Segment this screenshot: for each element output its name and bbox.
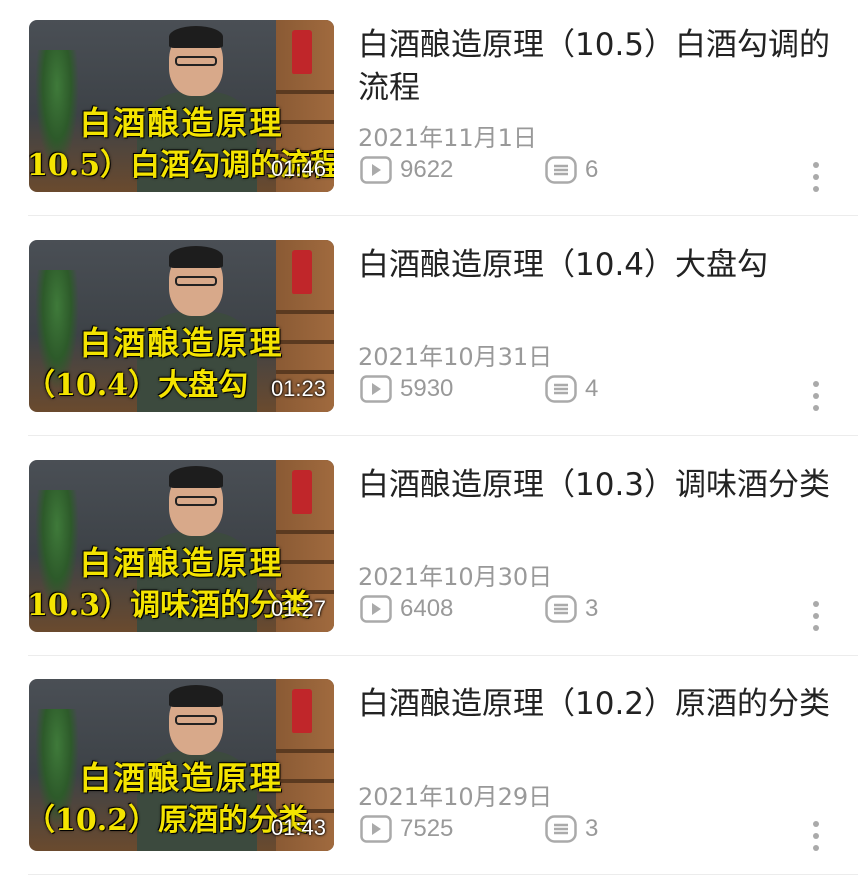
- video-date: 2021年10月31日: [358, 343, 553, 371]
- video-thumbnail[interactable]: 白酒酿造原理 10.3）调味酒的分类 01:27: [29, 460, 334, 632]
- divider: [28, 874, 858, 875]
- video-title[interactable]: 白酒酿造原理（10.5）白酒勾调的流程: [358, 24, 838, 110]
- comment-list-icon: [545, 156, 577, 184]
- thumbnail-caption-bottom: （10.4）大盘勾: [29, 368, 249, 403]
- video-title[interactable]: 白酒酿造原理（10.4）大盘勾: [358, 244, 838, 287]
- view-count: 6408: [360, 595, 453, 623]
- view-count: 5930: [360, 375, 453, 403]
- more-vertical-icon[interactable]: [806, 379, 826, 415]
- video-thumbnail[interactable]: 白酒酿造原理 （10.2）原酒的分类 01:43: [29, 679, 334, 851]
- comment-count: 6: [545, 156, 598, 184]
- play-icon: [360, 375, 392, 403]
- video-item[interactable]: 白酒酿造原理 （10.4）大盘勾 01:23 白酒酿造原理（10.4）大盘勾 2…: [0, 219, 858, 437]
- comment-list-icon: [545, 375, 577, 403]
- play-icon: [360, 156, 392, 184]
- more-vertical-icon[interactable]: [806, 160, 826, 196]
- video-duration: 01:43: [270, 815, 326, 840]
- view-count-value: 7525: [400, 815, 454, 842]
- thumbnail-caption-bottom: 10.3）调味酒的分类: [29, 588, 311, 623]
- video-duration: 01:23: [270, 376, 326, 401]
- more-vertical-icon[interactable]: [806, 819, 826, 855]
- video-title[interactable]: 白酒酿造原理（10.3）调味酒分类: [358, 464, 838, 507]
- video-item[interactable]: 白酒酿造原理 10.5）白酒勾调的流程 01:46 白酒酿造原理（10.5）白酒…: [0, 0, 858, 218]
- thumbnail-caption-bottom: （10.2）原酒的分类: [29, 803, 309, 838]
- view-count-value: 5930: [400, 375, 454, 402]
- divider: [28, 655, 858, 656]
- view-count: 9622: [360, 156, 453, 184]
- video-item[interactable]: 白酒酿造原理 10.3）调味酒的分类 01:27 白酒酿造原理（10.3）调味酒…: [0, 439, 858, 657]
- thumbnail-caption-top: 白酒酿造原理: [79, 324, 284, 362]
- divider: [28, 215, 858, 216]
- view-count-value: 6408: [400, 595, 454, 622]
- video-duration: 01:27: [270, 596, 326, 621]
- thumbnail-caption-top: 白酒酿造原理: [79, 104, 284, 142]
- comment-count: 3: [545, 595, 598, 623]
- video-thumbnail[interactable]: 白酒酿造原理 10.5）白酒勾调的流程 01:46: [29, 20, 334, 192]
- comment-count-value: 3: [585, 815, 599, 842]
- video-duration: 01:46: [270, 156, 326, 181]
- video-title[interactable]: 白酒酿造原理（10.2）原酒的分类: [358, 683, 838, 726]
- video-date: 2021年10月29日: [358, 783, 553, 811]
- view-count-value: 9622: [400, 156, 454, 183]
- view-count: 7525: [360, 815, 453, 843]
- video-date: 2021年11月1日: [358, 124, 537, 152]
- comment-count-value: 3: [585, 595, 599, 622]
- comment-list-icon: [545, 815, 577, 843]
- comment-count: 4: [545, 375, 598, 403]
- comment-list-icon: [545, 595, 577, 623]
- play-icon: [360, 815, 392, 843]
- thumbnail-caption-top: 白酒酿造原理: [79, 544, 284, 582]
- video-thumbnail[interactable]: 白酒酿造原理 （10.4）大盘勾 01:23: [29, 240, 334, 412]
- comment-count-value: 6: [585, 156, 599, 183]
- play-icon: [360, 595, 392, 623]
- video-item[interactable]: 白酒酿造原理 （10.2）原酒的分类 01:43 白酒酿造原理（10.2）原酒的…: [0, 659, 858, 877]
- video-date: 2021年10月30日: [358, 563, 553, 591]
- thumbnail-caption-top: 白酒酿造原理: [79, 759, 284, 797]
- divider: [28, 435, 858, 436]
- comment-count-value: 4: [585, 375, 599, 402]
- more-vertical-icon[interactable]: [806, 599, 826, 635]
- comment-count: 3: [545, 815, 598, 843]
